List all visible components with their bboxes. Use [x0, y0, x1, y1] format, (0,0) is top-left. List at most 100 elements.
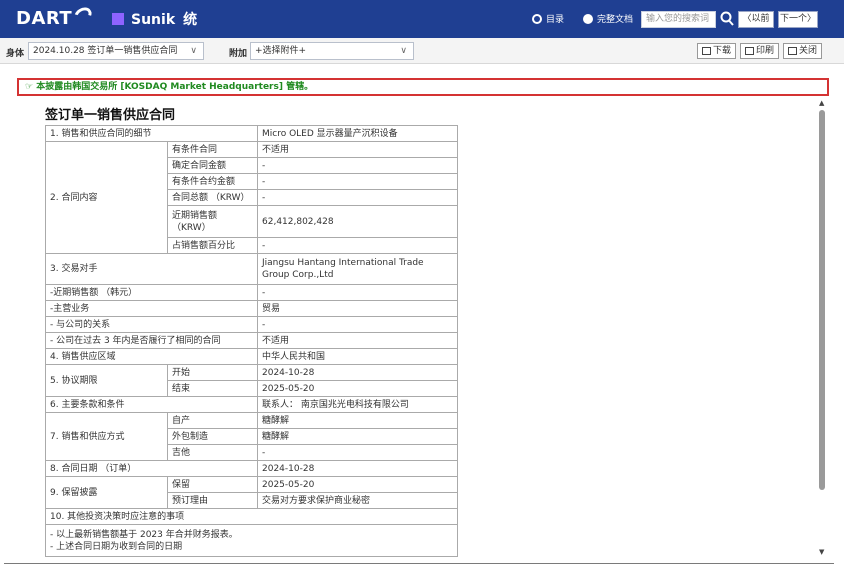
download-icon — [702, 47, 711, 55]
table-cell: 开始 — [167, 364, 258, 381]
table-cell: - — [257, 237, 458, 254]
dart-logo[interactable]: DART — [16, 4, 95, 29]
dart-logo-text: DART — [16, 8, 73, 29]
search-button[interactable] — [720, 11, 734, 27]
chevron-down-icon: ∨ — [190, 46, 197, 56]
document-viewport: ☞ 本披露由韩国交易所 [KOSDAQ Market Headquarters]… — [0, 64, 844, 562]
table-row: 7. 销售和供应方式 自产 糖酵解 — [45, 412, 458, 461]
table-cell: 不适用 — [257, 141, 458, 158]
attachment-select[interactable]: +选择附件+ ∨ — [250, 42, 414, 60]
table-cell: 有条件合同 — [167, 141, 258, 158]
table-row: 6. 主要条款和条件 联系人： 南京国兆光电科技有限公司 — [45, 396, 458, 413]
scrollbar-thumb[interactable] — [819, 110, 825, 490]
table-cell: 吉他 — [167, 444, 258, 461]
company-category-square-icon — [112, 13, 124, 25]
table-row: 10. 其他投资决策时应注意的事项 — [45, 508, 458, 525]
table-cell: 3. 交易对手 — [45, 253, 258, 285]
table-row: -近期销售额 （韩元） - — [45, 284, 458, 301]
table-cell: 自产 — [167, 412, 258, 429]
table-cell: 5. 协议期限 — [45, 364, 168, 397]
attach-label: 附加 — [229, 49, 248, 59]
table-cell: 2025-05-20 — [257, 380, 458, 397]
body-select-value: 2024.10.28 签订单一销售供应合同 — [33, 46, 178, 56]
body-label: 身体 — [6, 49, 25, 59]
table-cell: 糖酵解 — [257, 412, 458, 429]
print-button[interactable]: 印刷 — [740, 43, 780, 59]
table-row: - 公司在过去 3 年内是否履行了相同的合同 不适用 — [45, 332, 458, 349]
exchange-notice: ☞ 本披露由韩国交易所 [KOSDAQ Market Headquarters]… — [17, 78, 829, 96]
table-cell: 近期销售额 （KRW） — [167, 205, 258, 238]
table-row: 8. 合同日期 （订单） 2024-10-28 — [45, 460, 458, 477]
table-cell: 外包制造 — [167, 428, 258, 445]
table-row: -主营业务 贸易 — [45, 300, 458, 317]
search-icon — [720, 11, 734, 26]
body-select[interactable]: 2024.10.28 签订单一销售供应合同 ∨ — [28, 42, 204, 60]
table-cell: - 公司在过去 3 年内是否履行了相同的合同 — [45, 332, 258, 349]
table-cell: 交易对方要求保护商业秘密 — [257, 492, 458, 509]
table-cell: 10. 其他投资决策时应注意的事项 — [45, 508, 458, 525]
prev-button[interactable]: 〈以前 — [738, 11, 774, 28]
table-cell: - 以上最新销售额基于 2023 年合并财务报表。 - 上述合同日期为收到合同的… — [45, 524, 458, 557]
dart-logo-arc-icon — [71, 4, 95, 26]
chevron-down-icon: ∨ — [400, 46, 407, 56]
table-cell: 结束 — [167, 380, 258, 397]
table-cell: 有条件合约金额 — [167, 173, 258, 190]
next-button[interactable]: 下一个〉 — [778, 11, 818, 28]
table-row: - 与公司的关系 - — [45, 316, 458, 333]
table-cell: Jiangsu Hantang International Trade Grou… — [257, 253, 458, 285]
radio-toc-label: 目录 — [546, 15, 565, 25]
table-cell: -主营业务 — [45, 300, 258, 317]
company-name-extra: 统 — [183, 12, 198, 28]
top-header-bar: DART Sunik 统 目录 完整文档 输入您的搜索词 〈以前 下一个〉 — [0, 0, 844, 38]
company-name: Sunik 统 — [131, 9, 197, 29]
table-cell: 占销售额百分比 — [167, 237, 258, 254]
viewer-bottom-border — [4, 563, 834, 564]
document-viewer[interactable]: ☞ 本披露由韩国交易所 [KOSDAQ Market Headquarters]… — [0, 64, 844, 568]
table-row: 3. 交易对手 Jiangsu Hantang International Tr… — [45, 253, 458, 285]
document-toolbar: 身体 2024.10.28 签订单一销售供应合同 ∨ 附加 +选择附件+ ∨ 下… — [0, 38, 844, 64]
table-cell: 6. 主要条款和条件 — [45, 396, 258, 413]
company-name-text: Sunik — [131, 12, 176, 28]
table-cell: 8. 合同日期 （订单） — [45, 460, 258, 477]
table-cell: 2025-05-20 — [257, 476, 458, 493]
table-cell: 中华人民共和国 — [257, 348, 458, 365]
note-line: - 以上最新销售额基于 2023 年合并财务报表。 — [50, 529, 238, 540]
table-cell: 2. 合同内容 — [45, 141, 168, 254]
table-cell: - — [257, 173, 458, 190]
table-row: 1. 销售和供应合同的细节 Micro OLED 显示器量产沉积设备 — [45, 125, 458, 142]
close-button[interactable]: 关闭 — [783, 43, 823, 59]
attachment-select-value: +选择附件+ — [255, 46, 307, 56]
table-cell: 贸易 — [257, 300, 458, 317]
download-label: 下载 — [713, 46, 732, 56]
close-label: 关闭 — [799, 46, 818, 56]
table-cell: 62,412,802,428 — [257, 205, 458, 238]
document-title: 签订单一销售供应合同 — [45, 108, 176, 123]
table-cell: - — [257, 444, 458, 461]
table-cell: 2024-10-28 — [257, 364, 458, 381]
table-cell: 不适用 — [257, 332, 458, 349]
scroll-up-arrow-icon[interactable]: ▲ — [819, 99, 824, 107]
contract-table: 1. 销售和供应合同的细节 Micro OLED 显示器量产沉积设备 2. 合同… — [45, 125, 458, 557]
radio-toc[interactable]: 目录 — [532, 12, 564, 25]
table-row: 4. 销售供应区域 中华人民共和国 — [45, 348, 458, 365]
print-icon — [745, 47, 754, 55]
download-button[interactable]: 下载 — [697, 43, 737, 59]
radio-full-document[interactable]: 完整文档 — [583, 12, 633, 25]
scroll-down-arrow-icon[interactable]: ▼ — [819, 548, 824, 556]
table-cell: 确定合同金额 — [167, 157, 258, 174]
table-cell: - — [257, 157, 458, 174]
table-cell: 糖酵解 — [257, 428, 458, 445]
table-cell: 合同总额 （KRW） — [167, 189, 258, 206]
table-cell: - — [257, 284, 458, 301]
table-row: 2. 合同内容 有条件合同 不适用 — [45, 141, 458, 254]
radio-full-label: 完整文档 — [597, 15, 634, 25]
notice-text: 本披露由韩国交易所 [KOSDAQ Market Headquarters] 管… — [36, 82, 314, 92]
notice-pointer-icon: ☞ — [25, 82, 37, 92]
table-cell: - — [257, 189, 458, 206]
table-cell: 7. 销售和供应方式 — [45, 412, 168, 461]
table-cell: - 与公司的关系 — [45, 316, 258, 333]
table-row: 5. 协议期限 开始 2024-10-28 — [45, 364, 458, 397]
close-icon — [788, 47, 797, 55]
search-input[interactable]: 输入您的搜索词 — [641, 11, 716, 28]
table-row: 9. 保留披露 保留 2025-05-20 — [45, 476, 458, 509]
